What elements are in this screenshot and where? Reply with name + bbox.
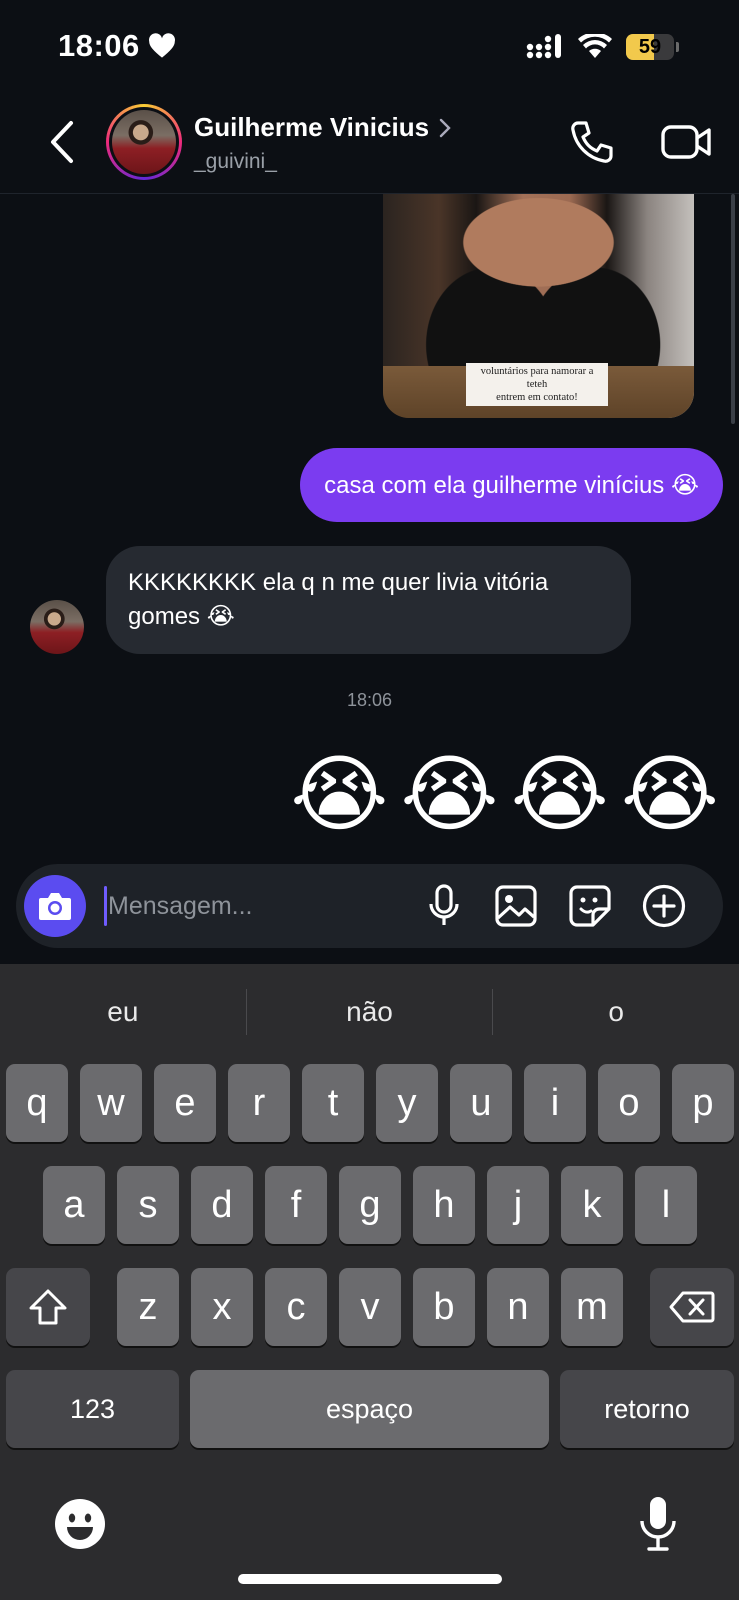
received-message-text: KKKKKKKK ela q n me quer livia vitória g…	[128, 569, 549, 630]
status-time-group: 18:06	[58, 28, 176, 64]
contact-name-link[interactable]: Guilherme Vinicius	[194, 112, 451, 143]
video-icon	[661, 125, 711, 159]
status-indicators: 59	[526, 34, 679, 60]
sticker-button[interactable]	[568, 884, 612, 928]
key-n[interactable]: n	[487, 1268, 549, 1346]
camera-icon	[39, 893, 71, 920]
gallery-icon	[495, 885, 537, 927]
message-input[interactable]	[108, 884, 398, 928]
keyboard: eu não o q w e r t y u i o p a s d f g h…	[0, 964, 739, 1600]
return-key[interactable]: retorno	[560, 1370, 734, 1448]
key-q[interactable]: q	[6, 1064, 68, 1142]
wifi-icon	[578, 34, 612, 58]
key-l[interactable]: l	[635, 1166, 697, 1244]
sent-message-text: casa com ela guilherme vinícius 😭	[324, 471, 699, 499]
numbers-key[interactable]: 123	[6, 1370, 179, 1448]
emoji-keyboard-button[interactable]	[50, 1494, 110, 1554]
status-bar: 18:06 59	[0, 0, 739, 96]
contact-name: Guilherme Vinicius	[194, 112, 430, 142]
key-t[interactable]: t	[302, 1064, 364, 1142]
key-u[interactable]: u	[450, 1064, 512, 1142]
voice-call-button[interactable]	[568, 118, 616, 166]
signal-icon	[526, 34, 561, 59]
back-button[interactable]	[42, 116, 82, 168]
phone-icon	[571, 121, 613, 163]
battery-icon: 59	[626, 34, 679, 60]
shift-icon	[29, 1289, 67, 1325]
suggestion-item[interactable]: eu	[0, 996, 246, 1028]
chevron-right-icon	[439, 118, 451, 137]
key-e[interactable]: e	[154, 1064, 216, 1142]
text-cursor	[104, 886, 107, 926]
shift-key[interactable]	[6, 1268, 90, 1346]
scrollbar[interactable]	[731, 194, 735, 424]
battery-level: 59	[638, 35, 662, 58]
key-h[interactable]: h	[413, 1166, 475, 1244]
crying-emoji: 😭	[290, 747, 389, 841]
key-p[interactable]: p	[672, 1064, 734, 1142]
back-icon	[51, 121, 73, 163]
sent-message-bubble[interactable]: casa com ela guilherme vinícius 😭	[300, 448, 723, 522]
message-thread[interactable]: voluntários para namorar a teteh entrem …	[0, 194, 739, 864]
delete-icon	[669, 1291, 715, 1323]
suggestion-item[interactable]: o	[493, 996, 739, 1028]
camera-button[interactable]	[24, 875, 86, 937]
key-j[interactable]: j	[487, 1166, 549, 1244]
home-indicator[interactable]	[238, 1574, 502, 1584]
key-f[interactable]: f	[265, 1166, 327, 1244]
image-caption: voluntários para namorar a teteh entrem …	[466, 363, 608, 406]
emoji-icon	[55, 1499, 105, 1549]
key-v[interactable]: v	[339, 1268, 401, 1346]
key-w[interactable]: w	[80, 1064, 142, 1142]
key-o[interactable]: o	[598, 1064, 660, 1142]
key-z[interactable]: z	[117, 1268, 179, 1346]
suggestion-item[interactable]: não	[247, 996, 493, 1028]
microphone-icon	[429, 884, 459, 925]
sender-avatar[interactable]	[30, 600, 84, 654]
plus-icon	[642, 884, 686, 928]
video-call-button[interactable]	[660, 118, 712, 166]
image-caption-line1: voluntários para namorar a teteh	[480, 366, 594, 390]
chat-header: Guilherme Vinicius _guivini_	[0, 96, 739, 194]
suggestion-bar: eu não o	[0, 964, 739, 1060]
contact-username: _guivini_	[194, 150, 277, 173]
dictation-button[interactable]	[628, 1494, 688, 1554]
crying-emoji: 😭	[510, 747, 609, 841]
key-k[interactable]: k	[561, 1166, 623, 1244]
dictation-icon	[640, 1497, 676, 1551]
space-key[interactable]: espaço	[190, 1370, 549, 1448]
key-s[interactable]: s	[117, 1166, 179, 1244]
avatar	[112, 110, 176, 174]
key-i[interactable]: i	[524, 1064, 586, 1142]
shared-post-image[interactable]: voluntários para namorar a teteh entrem …	[383, 194, 694, 418]
sticker-icon	[569, 885, 611, 927]
key-c[interactable]: c	[265, 1268, 327, 1346]
key-m[interactable]: m	[561, 1268, 623, 1346]
crying-emoji: 😭	[620, 747, 719, 841]
contact-avatar[interactable]	[106, 104, 182, 180]
received-message-bubble[interactable]: KKKKKKKK ela q n me quer livia vitória g…	[106, 546, 631, 654]
heart-icon	[148, 33, 175, 58]
key-g[interactable]: g	[339, 1166, 401, 1244]
more-button[interactable]	[642, 884, 686, 928]
key-d[interactable]: d	[191, 1166, 253, 1244]
microphone-button[interactable]	[422, 884, 466, 928]
status-time: 18:06	[58, 28, 140, 63]
gallery-button[interactable]	[494, 884, 538, 928]
key-b[interactable]: b	[413, 1268, 475, 1346]
crying-emoji: 😭	[400, 747, 499, 841]
message-timestamp: 18:06	[346, 690, 393, 710]
key-x[interactable]: x	[191, 1268, 253, 1346]
key-y[interactable]: y	[376, 1064, 438, 1142]
message-composer	[16, 864, 723, 948]
delete-key[interactable]	[650, 1268, 734, 1346]
image-caption-line2: entrem em contato!	[496, 392, 578, 403]
key-r[interactable]: r	[228, 1064, 290, 1142]
key-a[interactable]: a	[43, 1166, 105, 1244]
emoji-message[interactable]: 😭 😭 😭 😭	[290, 748, 719, 840]
